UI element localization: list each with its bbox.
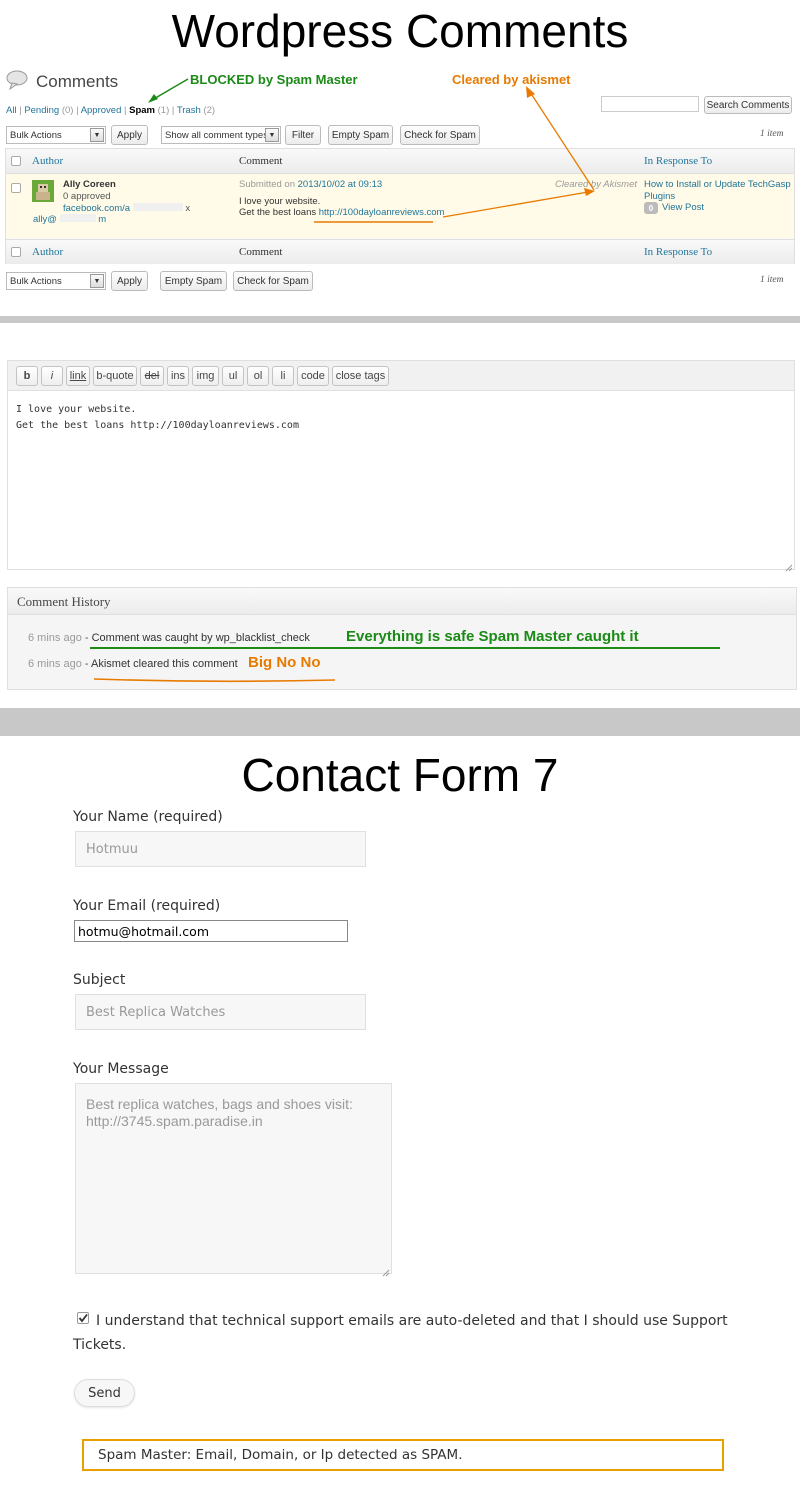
annotation-cleared-arrows [0,80,800,245]
annotation-big-no-no-underline [92,673,342,691]
column-in-response-to-footer[interactable]: In Response To [644,246,712,258]
checkbox-line2: Tickets. [73,1337,127,1353]
email-label: Your Email (required) [73,898,221,914]
message-line2: http://3745.spam.paradise.in [86,1113,263,1129]
textarea-line1: I love your website. [16,404,137,415]
support-checkbox-label: I understand that technical support emai… [73,1309,753,1357]
item-count-bottom: 1 item [760,275,784,285]
column-author-footer[interactable]: Author [32,246,63,258]
comment-history-header [8,588,796,615]
email-input[interactable]: hotmu@hotmail.com [74,920,348,942]
subject-input[interactable]: Best Replica Watches [75,994,366,1030]
apply-button-bottom[interactable]: Apply [111,271,148,291]
send-button[interactable]: Send [74,1379,135,1407]
select-all-checkbox-footer[interactable] [11,247,21,257]
message-line1: Best replica watches, bags and shoes vis… [86,1096,353,1112]
history-text: Akismet cleared this comment [91,658,238,670]
annotation-big-no-no: Big No No [248,654,321,671]
wordpress-comments-title: Wordpress Comments [171,5,629,57]
quicktag-italic[interactable]: i [41,366,63,386]
comment-editor [7,360,795,570]
bulk-actions-value-bottom: Bulk Actions [10,275,62,287]
quicktag-link[interactable]: link [66,366,90,386]
contact-form-title: Contact Form 7 [241,749,559,801]
subject-label: Subject [73,972,126,988]
section-divider [0,316,800,323]
annotation-safe-underline [90,647,720,649]
quicktag-ol[interactable]: ol [247,366,269,386]
empty-spam-button-bottom[interactable]: Empty Spam [160,271,227,291]
quicktag-li[interactable]: li [272,366,294,386]
spam-result-message: Spam Master: Email, Domain, or Ip detect… [82,1439,724,1471]
check-for-spam-button-bottom[interactable]: Check for Spam [233,271,313,291]
quicktag-ins[interactable]: ins [167,366,189,386]
checkbox-line1: I understand that technical support emai… [96,1313,728,1329]
quicktag-del[interactable]: del [140,366,164,386]
history-time: 6 mins ago [28,632,82,644]
bulk-actions-select-bottom[interactable]: Bulk Actions ▼ [6,272,106,290]
section-divider [0,708,800,736]
quicktag-close-tags[interactable]: close tags [332,366,389,386]
textarea-line2: Get the best loans http://100dayloanrevi… [16,420,299,431]
quicktag-ul[interactable]: ul [222,366,244,386]
comment-textarea[interactable]: I love your website. Get the best loans … [16,402,299,434]
history-entry: 6 mins ago - Akismet cleared this commen… [28,658,238,670]
quicktag-bquote[interactable]: b-quote [93,366,137,386]
quicktag-img[interactable]: img [192,366,219,386]
name-label: Your Name (required) [73,809,223,825]
message-textarea[interactable]: Best replica watches, bags and shoes vis… [75,1083,392,1274]
quicktag-bold[interactable]: b [16,366,38,386]
message-label: Your Message [73,1061,169,1077]
annotation-safe: Everything is safe Spam Master caught it [346,628,639,645]
history-time: 6 mins ago [28,658,82,670]
column-comment-footer: Comment [239,246,283,258]
quicktag-code[interactable]: code [297,366,329,386]
resize-handle-icon[interactable] [785,559,793,572]
history-text: Comment was caught by wp_blacklist_check [91,632,310,644]
name-input[interactable]: Hotmuu [75,831,366,867]
resize-handle-icon[interactable] [382,1264,390,1277]
chevron-down-icon: ▼ [90,274,104,288]
history-entry: 6 mins ago - Comment was caught by wp_bl… [28,632,310,644]
comment-history-heading: Comment History [17,594,111,609]
